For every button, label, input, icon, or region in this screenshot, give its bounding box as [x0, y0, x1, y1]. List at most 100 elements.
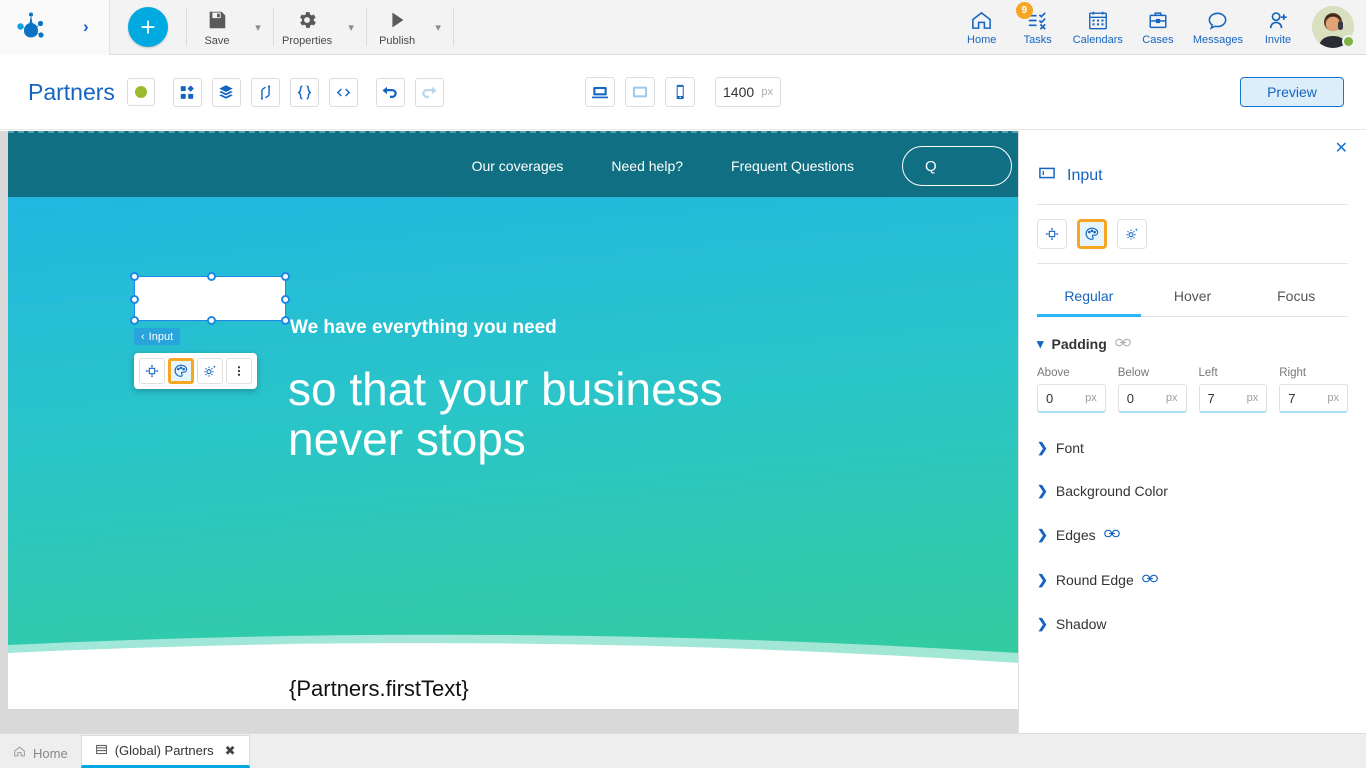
device-mobile-button[interactable] — [665, 77, 695, 107]
palette-icon — [174, 364, 188, 377]
bottom-tab-home-label: Home — [33, 745, 68, 761]
code-button[interactable] — [328, 77, 358, 107]
site-nav-link-help[interactable]: Need help? — [611, 158, 683, 174]
sidebar-toggle-icon[interactable]: › — [77, 17, 95, 37]
chevron-right-icon: ❯ — [1037, 440, 1048, 455]
platform-logo-icon[interactable] — [14, 10, 48, 44]
selected-input-element[interactable] — [130, 272, 290, 325]
add-button[interactable]: + — [128, 7, 168, 47]
site-quote-button[interactable]: Q — [902, 146, 1012, 186]
padding-left-unit: px — [1246, 392, 1259, 404]
resize-handle-e[interactable] — [281, 295, 290, 304]
canvas-width-input[interactable]: 1400 px — [715, 77, 781, 107]
flows-button[interactable] — [250, 77, 280, 107]
tag-label: Input — [148, 330, 174, 343]
device-tablet-button[interactable] — [625, 77, 655, 107]
nav-calendars[interactable]: Calendars — [1066, 1, 1130, 53]
nav-home-label: Home — [967, 34, 997, 46]
hero-curve-decoration — [8, 634, 1018, 671]
resize-handle-ne[interactable] — [281, 272, 290, 281]
section-edges[interactable]: ❯ Edges — [1019, 526, 1366, 544]
padding-left-input[interactable]: 7 px — [1198, 384, 1268, 413]
section-edges-label: Edges — [1055, 527, 1096, 543]
panel-layout-button[interactable] — [1037, 219, 1067, 249]
undo-button[interactable] — [375, 77, 405, 107]
nav-tasks[interactable]: 9 Tasks — [1010, 1, 1066, 53]
float-settings-button[interactable] — [197, 358, 223, 384]
variables-button[interactable] — [289, 77, 319, 107]
padding-above-input[interactable]: 0 px — [1037, 384, 1106, 413]
section-shadow-label: Shadow — [1055, 616, 1107, 632]
section-padding[interactable]: ▾ Padding — [1019, 335, 1366, 353]
components-button[interactable] — [172, 77, 202, 107]
properties-dropdown-icon[interactable]: ▾ — [338, 2, 364, 52]
canvas-width-value: 1400 — [723, 84, 755, 100]
page-icon — [95, 743, 108, 759]
nav-invite[interactable]: Invite — [1250, 1, 1306, 53]
bottom-tab-partners[interactable]: (Global) Partners ✖ — [80, 735, 250, 768]
section-background-color[interactable]: ❯ Background Color — [1019, 483, 1366, 499]
settings-sparkle-icon — [204, 365, 216, 377]
bottom-tab-bar: Home (Global) Partners ✖ — [0, 733, 1366, 768]
save-dropdown-icon[interactable]: ▾ — [245, 2, 271, 52]
device-desktop-button[interactable] — [585, 77, 615, 107]
nav-cases[interactable]: Cases — [1130, 1, 1186, 53]
nav-home[interactable]: Home — [954, 1, 1010, 53]
nav-messages[interactable]: Messages — [1186, 1, 1250, 53]
site-nav-link-coverages[interactable]: Our coverages — [472, 158, 564, 174]
chat-bubble-icon — [1206, 8, 1229, 32]
float-more-button[interactable] — [226, 358, 252, 384]
avatar[interactable] — [1312, 6, 1355, 48]
padding-below: Below 0 px — [1117, 367, 1187, 413]
bottom-tab-home[interactable]: Home — [0, 738, 81, 768]
panel-title: Input — [1067, 166, 1103, 184]
close-tab-icon[interactable]: ✖ — [225, 743, 236, 759]
preview-button[interactable]: Preview — [1240, 77, 1344, 107]
layout-move-icon — [1045, 227, 1059, 241]
properties-button[interactable]: Properties — [276, 2, 338, 52]
panel-settings-button[interactable] — [1117, 219, 1147, 249]
float-style-button[interactable] — [168, 358, 194, 384]
tab-hover[interactable]: Hover — [1140, 280, 1245, 317]
resize-handle-s[interactable] — [206, 316, 216, 325]
link-icon[interactable] — [1114, 335, 1131, 353]
section-shadow[interactable]: ❯ Shadow — [1019, 616, 1366, 632]
calendar-icon — [1087, 8, 1109, 32]
resize-handle-se[interactable] — [281, 316, 290, 325]
redo-button[interactable] — [414, 77, 444, 107]
panel-style-button[interactable] — [1077, 219, 1107, 249]
close-icon[interactable]: ✕ — [1335, 138, 1348, 158]
top-toolbar: › + Save ▾ Properties ▾ Publish ▾ Home 9… — [0, 0, 1366, 55]
publish-button[interactable]: Publish — [369, 2, 425, 52]
status-badge[interactable] — [126, 78, 155, 106]
code-icon — [336, 87, 351, 97]
section-round-edge[interactable]: ❯ Round Edge — [1019, 571, 1366, 589]
page-toolbar: Partners 1400 px Preview — [0, 55, 1366, 130]
chevron-down-icon: ▾ — [1037, 336, 1044, 351]
padding-below-input[interactable]: 0 px — [1117, 384, 1187, 413]
site-nav-link-faq[interactable]: Frequent Questions — [731, 158, 854, 174]
toolbar-divider — [186, 8, 187, 46]
save-button[interactable]: Save — [189, 2, 245, 52]
section-round-edge-label: Round Edge — [1055, 572, 1134, 588]
resize-handle-sw[interactable] — [130, 316, 139, 325]
link-icon[interactable] — [1103, 526, 1120, 544]
layers-button[interactable] — [211, 77, 241, 107]
float-move-button[interactable] — [139, 358, 165, 384]
presence-indicator — [1342, 35, 1355, 48]
resize-handle-n[interactable] — [206, 272, 216, 281]
link-icon[interactable] — [1141, 571, 1158, 589]
publish-dropdown-icon[interactable]: ▾ — [425, 2, 451, 52]
canvas-area[interactable]: Our coverages Need help? Frequent Questi… — [0, 131, 1018, 733]
selected-element-tag[interactable]: ‹ Input — [134, 328, 181, 345]
tab-regular[interactable]: Regular — [1037, 280, 1141, 317]
style-sections: ❯ Font ❯ Background Color ❯ Edges ❯ Roun… — [1019, 440, 1366, 632]
section-font[interactable]: ❯ Font — [1019, 440, 1366, 456]
resize-handle-w[interactable] — [130, 295, 139, 304]
tab-focus[interactable]: Focus — [1244, 280, 1349, 317]
padding-right-input[interactable]: 7 px — [1279, 384, 1348, 413]
resize-handle-nw[interactable] — [130, 272, 139, 281]
palette-icon — [1085, 227, 1099, 240]
padding-below-value: 0 — [1126, 390, 1134, 406]
desktop-icon — [592, 87, 608, 99]
